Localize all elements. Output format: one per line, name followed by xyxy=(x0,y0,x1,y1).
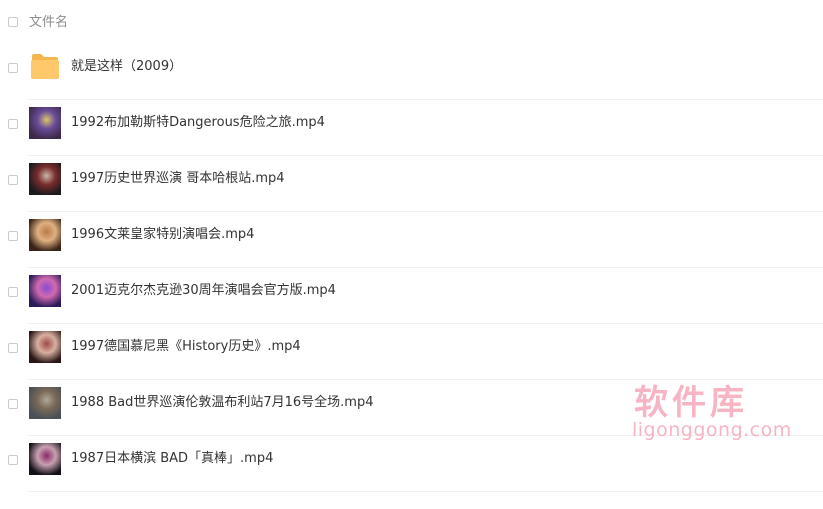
file-name[interactable]: 1992布加勒斯特Dangerous危险之旅.mp4 xyxy=(71,114,325,131)
file-name[interactable]: 1996文莱皇家特别演唱会.mp4 xyxy=(71,226,254,243)
select-all-checkbox[interactable] xyxy=(8,17,18,27)
video-thumbnail-icon[interactable] xyxy=(29,331,61,363)
row-checkbox[interactable] xyxy=(8,455,18,465)
file-name[interactable]: 就是这样（2009） xyxy=(71,58,182,75)
video-thumbnail-icon[interactable] xyxy=(29,219,61,251)
row-checkbox[interactable] xyxy=(8,231,18,241)
video-thumbnail-icon[interactable] xyxy=(29,163,61,195)
file-name[interactable]: 1997历史世界巡演 哥本哈根站.mp4 xyxy=(71,170,285,187)
row-checkbox[interactable] xyxy=(8,399,18,409)
row-checkbox[interactable] xyxy=(8,63,18,73)
row-checkbox[interactable] xyxy=(8,287,18,297)
folder-icon[interactable] xyxy=(30,53,60,80)
file-name[interactable]: 2001迈克尔杰克逊30周年演唱会官方版.mp4 xyxy=(71,282,336,299)
file-name[interactable]: 1987日本横滨 BAD「真棒」.mp4 xyxy=(71,450,273,467)
video-thumbnail-icon[interactable] xyxy=(29,107,61,139)
watermark-subtitle: ligonggong.com xyxy=(632,419,792,441)
file-name[interactable]: 1997德国慕尼黑《History历史》.mp4 xyxy=(71,338,301,355)
file-row[interactable]: 1997历史世界巡演 哥本哈根站.mp4 xyxy=(0,156,823,212)
watermark-title: 软件库 xyxy=(634,383,748,423)
row-checkbox[interactable] xyxy=(8,343,18,353)
file-list-header: 文件名 xyxy=(0,0,823,44)
file-row[interactable]: 就是这样（2009） xyxy=(0,44,823,100)
video-thumbnail-icon[interactable] xyxy=(29,275,61,307)
file-list-page: 文件名 就是这样（2009） 1992布加勒斯特Dangerous危险之旅.mp4… xyxy=(0,0,823,509)
row-divider xyxy=(29,491,823,492)
file-row[interactable]: 2001迈克尔杰克逊30周年演唱会官方版.mp4 xyxy=(0,268,823,324)
video-thumbnail-icon[interactable] xyxy=(29,443,61,475)
file-row[interactable]: 1992布加勒斯特Dangerous危险之旅.mp4 xyxy=(0,100,823,156)
row-checkbox[interactable] xyxy=(8,119,18,129)
file-row[interactable]: 1997德国慕尼黑《History历史》.mp4 xyxy=(0,324,823,380)
row-checkbox[interactable] xyxy=(8,175,18,185)
file-row[interactable]: 1996文莱皇家特别演唱会.mp4 xyxy=(0,212,823,268)
file-row[interactable]: 1987日本横滨 BAD「真棒」.mp4 xyxy=(0,436,823,492)
filename-column-header[interactable]: 文件名 xyxy=(29,14,68,31)
video-thumbnail-icon[interactable] xyxy=(29,387,61,419)
file-name[interactable]: 1988 Bad世界巡演伦敦温布利站7月16号全场.mp4 xyxy=(71,394,374,411)
